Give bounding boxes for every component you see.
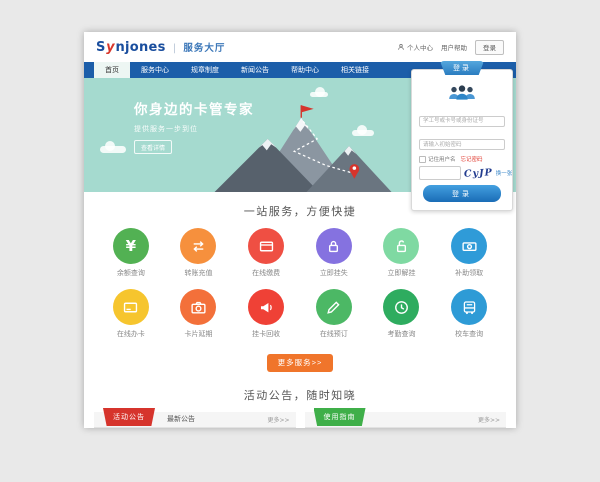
service-item-unlock[interactable]: 立即解挂	[368, 228, 436, 278]
service-circle[interactable]	[383, 228, 419, 264]
tab-activity-announcements[interactable]: 活动公告	[103, 408, 155, 426]
tab-latest-announcements[interactable]: 最新公告	[167, 414, 195, 424]
bank-card-icon	[258, 238, 275, 255]
service-label: 在线缴费	[232, 268, 300, 278]
service-item-subsidy[interactable]: 补助领取	[435, 228, 503, 278]
hero-banner: 你身边的卡管专家 提供服务一步到位 查看详情 登录	[84, 78, 516, 192]
remember-checkbox[interactable]	[419, 156, 426, 163]
personal-center-link[interactable]: 个人中心	[397, 42, 433, 52]
service-item-balance[interactable]: ¥ 余额查询	[97, 228, 165, 278]
service-circle[interactable]	[316, 228, 352, 264]
lock-icon	[325, 238, 342, 255]
service-circle[interactable]	[113, 289, 149, 325]
service-item-card-extension[interactable]: 卡片延期	[165, 289, 233, 339]
username-input[interactable]	[419, 116, 505, 127]
service-item-apply-card[interactable]: 在线办卡	[97, 289, 165, 339]
camera-icon	[190, 299, 207, 316]
captcha-refresh-link[interactable]: 换一张	[496, 169, 513, 177]
service-label: 补助领取	[435, 268, 503, 278]
pencil-icon	[325, 299, 342, 316]
service-circle[interactable]	[180, 228, 216, 264]
logo-text: njones	[115, 40, 165, 55]
nav-item-news[interactable]: 新闻公告	[230, 62, 280, 78]
nav-item-help[interactable]: 帮助中心	[280, 62, 330, 78]
tab-usage-guide[interactable]: 使用指南	[314, 408, 366, 426]
logo-divider: |	[173, 43, 177, 54]
captcha-image[interactable]: CyJP	[464, 167, 493, 179]
remember-label: 记住用户名	[428, 155, 456, 163]
guide-panel: 使用指南 更多>>	[305, 412, 507, 428]
service-label: 考勤查询	[368, 329, 436, 339]
service-label: 校车查询	[435, 329, 503, 339]
users-icon	[444, 84, 480, 102]
more-guides-link[interactable]: 更多>>	[478, 415, 500, 424]
service-circle[interactable]	[451, 228, 487, 264]
service-circle[interactable]	[383, 289, 419, 325]
logo-accent: y	[106, 40, 115, 55]
service-item-transfer[interactable]: 转账充值	[165, 228, 233, 278]
service-label: 在线办卡	[97, 329, 165, 339]
logo[interactable]: Synjones | 服务大厅	[96, 40, 225, 55]
captcha-input[interactable]	[419, 166, 461, 180]
card-icon	[122, 299, 139, 316]
hero-subtitle: 提供服务一步到位	[134, 124, 254, 134]
hero-title: 你身边的卡管专家	[134, 98, 254, 118]
activity-panel: 活动公告 最新公告 更多>>	[94, 412, 296, 428]
header-login-button[interactable]: 登录	[475, 40, 504, 55]
megaphone-icon	[258, 299, 275, 316]
bus-icon	[461, 299, 478, 316]
logo-text: S	[96, 40, 106, 55]
service-label: 在线预订	[300, 329, 368, 339]
service-circle[interactable]	[451, 289, 487, 325]
nav-item-rules[interactable]: 规章制度	[180, 62, 230, 78]
unlock-icon	[393, 238, 410, 255]
service-label: 立即解挂	[368, 268, 436, 278]
service-label: 挂卡回收	[232, 329, 300, 339]
announcement-panels: 活动公告 最新公告 更多>> 使用指南 更多>>	[84, 412, 516, 428]
user-help-label: 用户帮助	[441, 42, 467, 52]
transfer-icon	[190, 238, 207, 255]
service-label: 余额查询	[97, 268, 165, 278]
service-circle[interactable]	[316, 289, 352, 325]
user-help-link[interactable]: 用户帮助	[441, 42, 467, 52]
login-panel: 登录 记住用户名 忘记密码 CyJP	[411, 69, 513, 211]
service-item-school-bus[interactable]: 校车查询	[435, 289, 503, 339]
login-tab[interactable]: 登录	[440, 61, 484, 75]
page: Synjones | 服务大厅 个人中心 用户帮助 登录 首页 服务中心 规章制…	[84, 32, 516, 428]
service-item-report-loss[interactable]: 立即挂失	[300, 228, 368, 278]
nav-item-home[interactable]: 首页	[94, 62, 130, 78]
announcements-heading: 活动公告，随时知晓	[84, 387, 516, 403]
clock-icon	[393, 299, 410, 316]
forgot-password-link[interactable]: 忘记密码	[461, 155, 483, 163]
login-submit-button[interactable]: 登录	[423, 185, 501, 202]
password-input[interactable]	[419, 139, 505, 150]
service-item-reservation[interactable]: 在线预订	[300, 289, 368, 339]
service-item-pay[interactable]: 在线缴费	[232, 228, 300, 278]
yen-icon: ¥	[126, 239, 136, 254]
service-label: 立即挂失	[300, 268, 368, 278]
service-item-card-recycle[interactable]: 挂卡回收	[232, 289, 300, 339]
service-circle[interactable]	[248, 289, 284, 325]
banknote-icon	[461, 238, 478, 255]
service-circle[interactable]: ¥	[113, 228, 149, 264]
nav-item-service-center[interactable]: 服务中心	[130, 62, 180, 78]
more-announcements-link[interactable]: 更多>>	[267, 415, 289, 424]
more-services-button[interactable]: 更多服务>>	[267, 354, 334, 372]
person-icon	[397, 43, 405, 51]
service-label: 转账充值	[165, 268, 233, 278]
services-grid: ¥ 余额查询 转账充值 在线缴费 立即挂失 立即解挂	[84, 228, 516, 339]
service-circle[interactable]	[180, 289, 216, 325]
cloud-decoration	[310, 92, 328, 97]
site-name: 服务大厅	[183, 40, 225, 54]
hero-cta-button[interactable]: 查看详情	[134, 140, 172, 154]
personal-center-label: 个人中心	[407, 42, 433, 52]
service-circle[interactable]	[248, 228, 284, 264]
nav-item-links[interactable]: 相关链接	[330, 62, 380, 78]
service-label: 卡片延期	[165, 329, 233, 339]
service-item-attendance[interactable]: 考勤查询	[368, 289, 436, 339]
header: Synjones | 服务大厅 个人中心 用户帮助 登录	[84, 32, 516, 62]
cloud-decoration	[100, 146, 126, 153]
